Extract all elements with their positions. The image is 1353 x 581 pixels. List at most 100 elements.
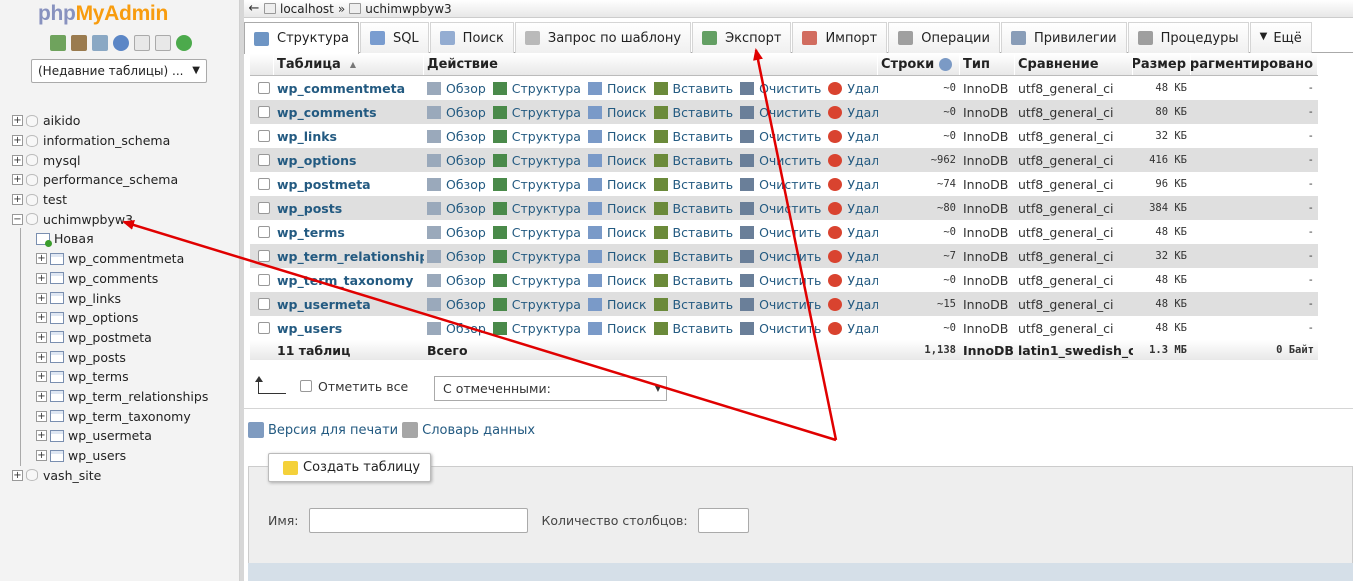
tree-table-wp-usermeta[interactable]: + wp_usermeta bbox=[12, 426, 238, 446]
db-node-information-schema[interactable]: + information_schema bbox=[12, 131, 238, 151]
empty-action[interactable]: Очистить bbox=[740, 321, 821, 336]
drop-action[interactable]: Удалить bbox=[828, 273, 878, 288]
table-name-link[interactable]: wp_term_taxonomy bbox=[277, 273, 413, 288]
insert-action[interactable]: Вставить bbox=[653, 81, 733, 96]
reload-icon[interactable] bbox=[176, 35, 192, 51]
db-node-performance-schema[interactable]: + performance_schema bbox=[12, 170, 238, 190]
row-checkbox[interactable] bbox=[257, 154, 270, 166]
structure-action[interactable]: Структура bbox=[492, 129, 581, 144]
expand-icon[interactable]: + bbox=[12, 154, 23, 166]
table-name-link[interactable]: wp_users bbox=[277, 321, 342, 336]
empty-action[interactable]: Очистить bbox=[740, 129, 821, 144]
row-checkbox[interactable] bbox=[257, 274, 270, 286]
row-checkbox[interactable] bbox=[257, 178, 270, 190]
expand-icon[interactable]: + bbox=[36, 292, 47, 304]
search-action[interactable]: Поиск bbox=[587, 297, 647, 312]
tab-privileges[interactable]: Привилегии bbox=[1000, 22, 1127, 53]
insert-action[interactable]: Вставить bbox=[653, 297, 733, 312]
home-icon[interactable] bbox=[50, 35, 66, 51]
insert-action[interactable]: Вставить bbox=[653, 201, 733, 216]
db-node-vash-site[interactable]: + vash_site bbox=[12, 465, 238, 485]
search-action[interactable]: Поиск bbox=[587, 105, 647, 120]
drop-action[interactable]: Удалить bbox=[828, 321, 878, 336]
row-checkbox[interactable] bbox=[257, 250, 270, 262]
structure-action[interactable]: Структура bbox=[492, 177, 581, 192]
tree-table-wp-commentmeta[interactable]: + wp_commentmeta bbox=[12, 249, 238, 269]
expand-icon[interactable]: + bbox=[12, 469, 23, 481]
search-action[interactable]: Поиск bbox=[587, 249, 647, 264]
structure-action[interactable]: Структура bbox=[492, 321, 581, 336]
tree-table-wp-terms[interactable]: + wp_terms bbox=[12, 367, 238, 387]
browse-action[interactable]: Обзор bbox=[427, 81, 486, 96]
expand-icon[interactable]: + bbox=[12, 194, 23, 206]
expand-icon[interactable]: + bbox=[36, 371, 47, 383]
header-collation[interactable]: Сравнение bbox=[1015, 54, 1133, 75]
breadcrumb-server[interactable]: localhost bbox=[264, 2, 334, 16]
tree-table-wp-links[interactable]: + wp_links bbox=[12, 288, 238, 308]
tab-wrench[interactable]: Операции bbox=[888, 22, 1000, 53]
expand-icon[interactable]: + bbox=[36, 430, 47, 442]
browse-action[interactable]: Обзор bbox=[427, 105, 486, 120]
drop-action[interactable]: Удалить bbox=[828, 201, 878, 216]
query-window-icon[interactable] bbox=[92, 35, 108, 51]
expand-icon[interactable]: + bbox=[12, 135, 23, 147]
search-action[interactable]: Поиск bbox=[587, 225, 647, 240]
tree-table-wp-posts[interactable]: + wp_posts bbox=[12, 347, 238, 367]
tab-query[interactable]: Запрос по шаблону bbox=[514, 22, 692, 53]
row-checkbox[interactable] bbox=[257, 298, 270, 310]
browse-action[interactable]: Обзор bbox=[427, 273, 486, 288]
table-name-link[interactable]: wp_postmeta bbox=[277, 177, 371, 192]
docs-icon[interactable] bbox=[134, 35, 150, 51]
structure-action[interactable]: Структура bbox=[492, 225, 581, 240]
tab-procedures[interactable]: Процедуры bbox=[1127, 22, 1249, 53]
structure-action[interactable]: Структура bbox=[492, 105, 581, 120]
print-view-link[interactable]: Версия для печати bbox=[268, 423, 398, 438]
header-overhead[interactable]: Фрагментировано bbox=[1191, 54, 1318, 75]
browse-action[interactable]: Обзор bbox=[427, 225, 486, 240]
tab-search[interactable]: Поиск bbox=[429, 22, 514, 53]
table-name-link[interactable]: wp_comments bbox=[277, 105, 377, 120]
help-icon[interactable] bbox=[938, 58, 952, 71]
expand-icon[interactable]: + bbox=[36, 253, 47, 265]
empty-action[interactable]: Очистить bbox=[740, 177, 821, 192]
search-action[interactable]: Поиск bbox=[587, 201, 647, 216]
insert-action[interactable]: Вставить bbox=[653, 129, 733, 144]
settings-icon[interactable] bbox=[155, 35, 171, 51]
table-name-link[interactable]: wp_term_relationships bbox=[277, 249, 424, 264]
row-checkbox[interactable] bbox=[257, 82, 270, 94]
table-name-link[interactable]: wp_commentmeta bbox=[277, 81, 405, 96]
recent-tables-select[interactable]: (Недавние таблицы) ... ▼ bbox=[31, 59, 207, 83]
row-checkbox[interactable] bbox=[257, 130, 270, 142]
row-checkbox[interactable] bbox=[257, 106, 270, 118]
empty-action[interactable]: Очистить bbox=[740, 105, 821, 120]
search-action[interactable]: Поиск bbox=[587, 129, 647, 144]
browse-action[interactable]: Обзор bbox=[427, 321, 486, 336]
drop-action[interactable]: Удалить bbox=[828, 297, 878, 312]
empty-action[interactable]: Очистить bbox=[740, 225, 821, 240]
with-selected-select[interactable]: С отмеченными: ▼ bbox=[434, 376, 667, 401]
insert-action[interactable]: Вставить bbox=[653, 321, 733, 336]
empty-action[interactable]: Очистить bbox=[740, 201, 821, 216]
empty-action[interactable]: Очистить bbox=[740, 249, 821, 264]
table-name-input[interactable] bbox=[308, 508, 528, 533]
structure-action[interactable]: Структура bbox=[492, 153, 581, 168]
browse-action[interactable]: Обзор bbox=[427, 201, 486, 216]
empty-action[interactable]: Очистить bbox=[740, 273, 821, 288]
insert-action[interactable]: Вставить bbox=[653, 249, 733, 264]
printer-icon[interactable] bbox=[248, 422, 264, 438]
drop-action[interactable]: Удалить bbox=[828, 249, 878, 264]
tree-table-wp-options[interactable]: + wp_options bbox=[12, 308, 238, 328]
search-action[interactable]: Поиск bbox=[587, 321, 647, 336]
tab-structure[interactable]: Структура bbox=[244, 22, 359, 54]
browse-action[interactable]: Обзор bbox=[427, 129, 486, 144]
data-dictionary-link[interactable]: Словарь данных bbox=[422, 423, 535, 438]
expand-icon[interactable]: + bbox=[36, 410, 47, 422]
browse-action[interactable]: Обзор bbox=[427, 177, 486, 192]
table-name-link[interactable]: wp_options bbox=[277, 153, 356, 168]
logout-icon[interactable] bbox=[71, 35, 87, 51]
row-checkbox[interactable] bbox=[257, 322, 270, 334]
structure-action[interactable]: Структура bbox=[492, 81, 581, 96]
collapse-icon[interactable]: − bbox=[12, 213, 23, 225]
search-action[interactable]: Поиск bbox=[587, 177, 647, 192]
insert-action[interactable]: Вставить bbox=[653, 225, 733, 240]
